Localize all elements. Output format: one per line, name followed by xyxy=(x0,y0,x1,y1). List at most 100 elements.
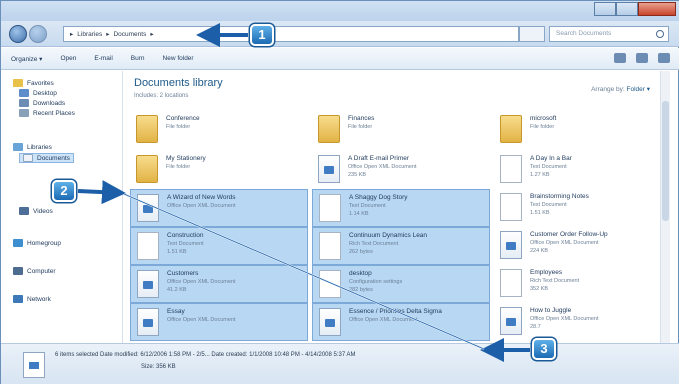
file-name: microsoft xyxy=(530,115,557,122)
refresh-button[interactable] xyxy=(519,26,545,42)
toolbar-right xyxy=(614,53,670,63)
file-name: Customer Order Follow-Up xyxy=(530,231,608,238)
nav-desktop[interactable]: Desktop xyxy=(19,89,57,97)
nav-homegroup[interactable]: Homegroup xyxy=(13,239,61,247)
nav-label: Homegroup xyxy=(27,239,61,247)
file-name: Essence / Priorities Delta Sigma xyxy=(349,308,442,315)
nav-label: Videos xyxy=(33,207,53,215)
library-title: Documents library xyxy=(134,77,223,89)
file-name: desktop xyxy=(349,270,372,277)
maximize-button[interactable] xyxy=(616,2,638,16)
nav-network[interactable]: Network xyxy=(13,295,51,303)
computer-icon xyxy=(13,267,23,275)
nav-libraries[interactable]: Libraries xyxy=(13,143,52,151)
file-type: Configuration settings xyxy=(349,279,403,285)
file-item[interactable]: Finances File folder xyxy=(312,111,490,149)
chevron-right-icon: ▸ xyxy=(70,31,74,38)
file-size: 1.14 KB xyxy=(349,211,369,217)
file-size: 41.2 KB xyxy=(167,287,187,293)
nav-videos[interactable]: Videos xyxy=(19,207,53,215)
nav-computer[interactable]: Computer xyxy=(13,267,56,275)
callout-3: 3 xyxy=(532,338,556,360)
breadcrumb-libraries[interactable]: Libraries xyxy=(77,31,102,38)
file-item[interactable]: Brainstorming Notes Text Document 1.51 KB xyxy=(494,189,672,227)
address-bar[interactable]: ▸ Libraries ▸ Documents ▸ xyxy=(63,26,519,42)
file-item[interactable]: microsoft File folder xyxy=(494,111,672,149)
vertical-scrollbar[interactable] xyxy=(660,71,670,343)
file-item[interactable]: Conference File folder xyxy=(130,111,308,149)
word-document-icon xyxy=(500,307,522,335)
navigation-row: ▸ Libraries ▸ Documents ▸ Search Documen… xyxy=(1,21,679,47)
file-item[interactable]: A Wizard of New Words Office Open XML Doc… xyxy=(130,189,308,227)
text-document-icon xyxy=(319,232,341,260)
file-name: A Day In a Bar xyxy=(530,155,572,162)
file-type: Office Open XML Document xyxy=(530,240,599,246)
nav-downloads[interactable]: Downloads xyxy=(19,99,65,107)
open-button[interactable]: Open xyxy=(60,55,76,62)
file-name: A Wizard of New Words xyxy=(167,194,236,201)
file-item[interactable]: Customers Office Open XML Document 41.2 KB xyxy=(130,265,308,303)
nav-label: Network xyxy=(27,295,51,303)
chevron-right-icon: ▸ xyxy=(106,31,110,38)
file-name: Brainstorming Notes xyxy=(530,193,589,200)
file-name: How to Juggle xyxy=(530,307,572,314)
help-icon[interactable] xyxy=(658,53,670,63)
file-type: Text Document xyxy=(530,164,567,170)
view-options-icon[interactable] xyxy=(614,53,626,63)
libraries-icon xyxy=(13,143,23,151)
burn-button[interactable]: Burn xyxy=(131,55,145,62)
organize-button[interactable]: Organize ▾ xyxy=(11,55,42,63)
text-document-icon xyxy=(500,155,522,183)
file-item[interactable]: desktop Configuration settings 282 bytes xyxy=(312,265,490,303)
network-icon xyxy=(13,295,23,303)
file-type: Office Open XML Document xyxy=(167,279,236,285)
file-item[interactable]: Employees Rich Text Document 352 KB xyxy=(494,265,672,303)
word-document-icon xyxy=(319,308,341,336)
word-document-icon xyxy=(137,308,159,336)
scroll-thumb[interactable] xyxy=(662,101,669,221)
file-item[interactable]: Continuum Dynamics Lean Rich Text Documen… xyxy=(312,227,490,265)
word-document-icon xyxy=(318,155,340,183)
file-name: Construction xyxy=(167,232,204,239)
callout-2: 2 xyxy=(52,180,76,202)
file-item[interactable]: Essay Office Open XML Document xyxy=(130,303,308,341)
file-item[interactable]: Customer Order Follow-Up Office Open XML … xyxy=(494,227,672,265)
file-name: My Stationery xyxy=(166,155,206,162)
new-folder-button[interactable]: New folder xyxy=(163,55,194,62)
minimize-button[interactable] xyxy=(594,2,616,16)
nav-favorites[interactable]: Favorites xyxy=(13,79,54,87)
file-item[interactable]: A Draft E-mail Primer Office Open XML Doc… xyxy=(312,151,490,189)
nav-documents[interactable]: Documents xyxy=(19,153,74,163)
details-pane: 6 items selected Date modified: 6/12/200… xyxy=(1,343,679,384)
back-button[interactable] xyxy=(9,25,27,43)
file-item[interactable]: How to Juggle Office Open XML Document 28.… xyxy=(494,303,672,341)
file-type: File folder xyxy=(530,124,555,130)
word-document-icon xyxy=(500,231,522,259)
file-item[interactable]: A Shaggy Dog Story Text Document 1.14 KB xyxy=(312,189,490,227)
preview-pane-icon[interactable] xyxy=(636,53,648,63)
file-name: Continuum Dynamics Lean xyxy=(349,232,428,239)
homegroup-icon xyxy=(13,239,23,247)
text-document-icon xyxy=(319,270,341,298)
forward-button[interactable] xyxy=(29,25,47,43)
file-type: Text Document xyxy=(530,202,567,208)
library-locations-link[interactable]: Includes: 2 locations xyxy=(134,93,188,99)
breadcrumb-documents[interactable]: Documents xyxy=(113,31,146,38)
file-item[interactable]: Essence / Priorities Delta Sigma Office O… xyxy=(312,303,490,341)
nav-label: Recent Places xyxy=(33,109,75,117)
folder-icon xyxy=(136,115,158,143)
file-item[interactable]: Construction Text Document 1.51 KB xyxy=(130,227,308,265)
file-type: Office Open XML Document xyxy=(349,317,418,323)
folder-icon xyxy=(136,155,158,183)
nav-recent-places[interactable]: Recent Places xyxy=(19,109,75,117)
arrange-dropdown[interactable]: Folder ▾ xyxy=(627,86,651,93)
close-button[interactable] xyxy=(638,2,676,16)
explorer-window: ▸ Libraries ▸ Documents ▸ Search Documen… xyxy=(0,0,679,384)
file-item[interactable]: My Stationery File folder xyxy=(130,151,308,189)
email-button[interactable]: E-mail xyxy=(94,55,112,62)
file-item[interactable]: A Day In a Bar Text Document 1.27 KB xyxy=(494,151,672,189)
file-type: Office Open XML Document xyxy=(167,203,236,209)
file-size: 282 bytes xyxy=(349,287,373,293)
file-name: Finances xyxy=(348,115,375,122)
search-input[interactable]: Search Documents xyxy=(549,26,669,42)
